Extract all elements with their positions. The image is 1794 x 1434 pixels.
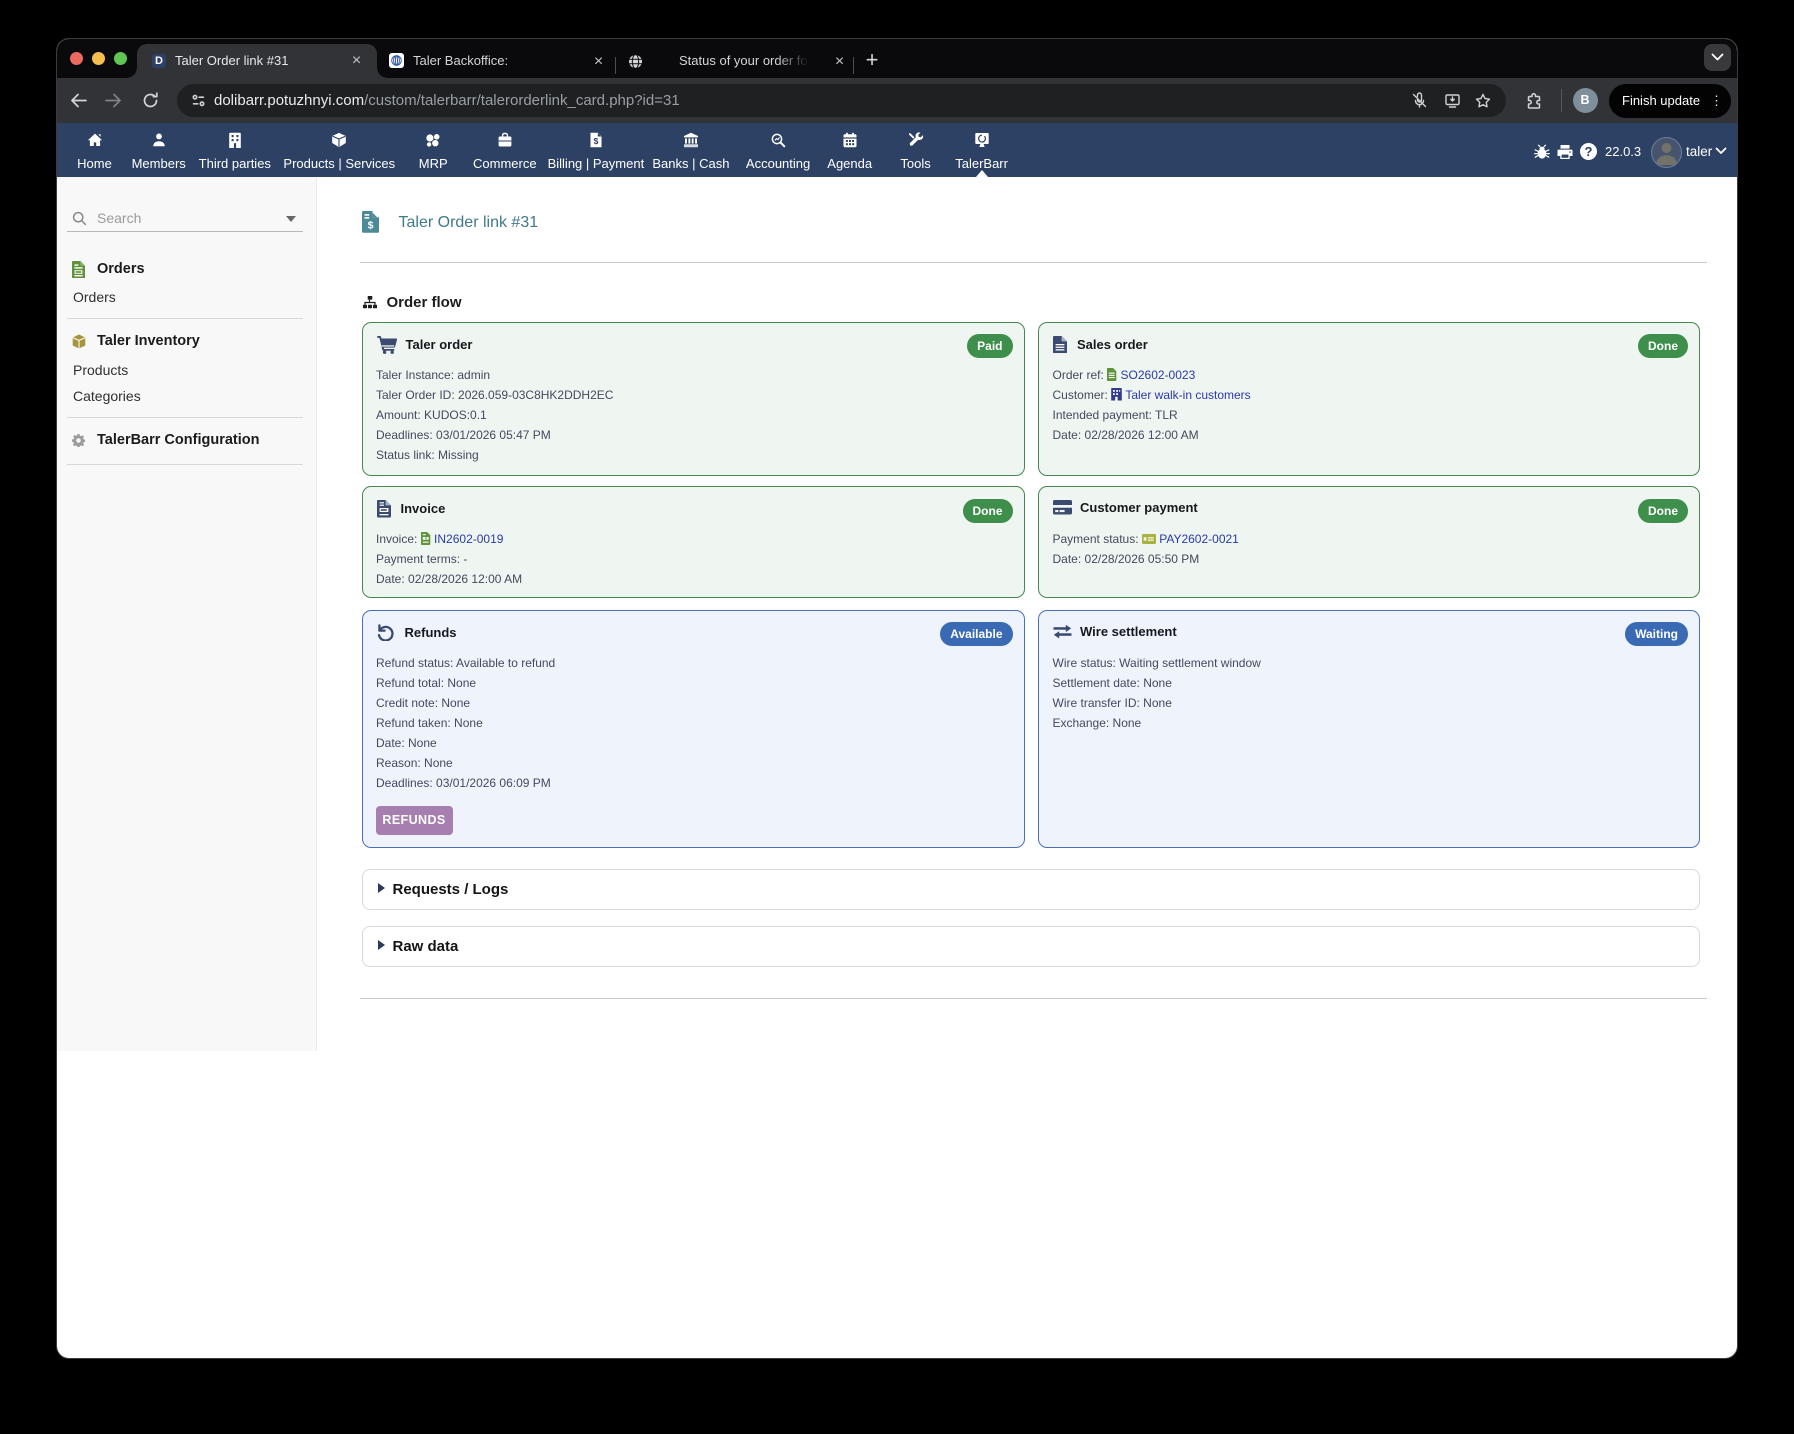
svg-text:$: $ [368,220,374,232]
svg-text:$: $ [425,537,427,541]
svg-text:$: $ [594,136,599,146]
